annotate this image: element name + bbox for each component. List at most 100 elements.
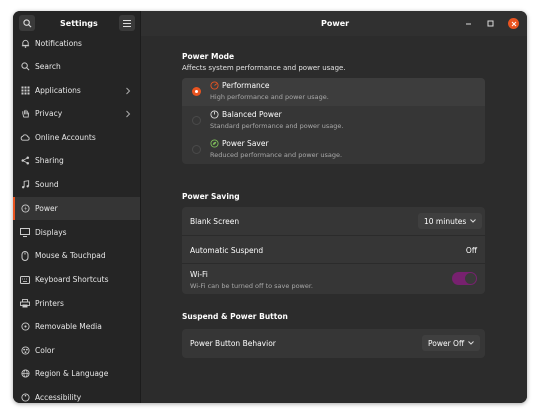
sidebar-item-search[interactable]: Search (13, 55, 140, 78)
suspend-power-button-title: Suspend & Power Button (182, 312, 288, 321)
power-mode-subtitle: Affects system performance and power usa… (182, 64, 346, 72)
sidebar-item-displays[interactable]: Displays (13, 221, 140, 244)
power-icon (20, 204, 30, 214)
wifi-row: Wi-Fi Wi-Fi can be turned off to save po… (182, 264, 485, 294)
display-icon (20, 228, 30, 238)
search-icon (20, 62, 30, 72)
mode-label: Balanced Power (222, 110, 282, 119)
power-saving-title: Power Saving (182, 192, 240, 201)
radio-balanced[interactable] (192, 116, 201, 125)
mode-option-power-saver[interactable]: Power Saver Reduced performance and powe… (182, 136, 485, 164)
power-button-behavior-label: Power Button Behavior (190, 339, 276, 348)
sidebar-title: Settings (60, 19, 98, 28)
keyboard-icon (20, 275, 30, 285)
minimize-button[interactable] (463, 18, 474, 29)
performance-icon (210, 81, 219, 90)
sidebar-item-label: Region & Language (35, 369, 109, 378)
wifi-toggle[interactable] (452, 272, 477, 285)
sidebar-item-notifications[interactable]: Notifications (13, 36, 140, 55)
sidebar-item-power[interactable]: Power (13, 197, 140, 220)
sidebar-item-label: Printers (35, 299, 64, 308)
cloud-icon (20, 133, 30, 143)
sidebar-item-label: Privacy (35, 109, 63, 118)
sidebar: Notifications Search Applications Privac… (13, 36, 141, 403)
search-button[interactable] (19, 15, 35, 31)
sidebar-item-mouse-touchpad[interactable]: Mouse & Touchpad (13, 244, 140, 267)
wifi-description: Wi-Fi can be turned off to save power. (190, 282, 313, 290)
share-icon (20, 156, 30, 166)
blank-screen-dropdown[interactable]: 10 minutes (418, 213, 483, 229)
maximize-button[interactable] (485, 18, 496, 29)
hamburger-icon (123, 19, 131, 27)
chevron-down-icon (470, 219, 477, 223)
wifi-label: Wi-Fi (190, 270, 208, 279)
automatic-suspend-label: Automatic Suspend (190, 246, 264, 255)
sidebar-item-color[interactable]: Color (13, 339, 140, 362)
mode-option-balanced[interactable]: Balanced Power Standard performance and … (182, 107, 485, 135)
chevron-right-icon (126, 87, 131, 94)
sidebar-header: Settings (13, 11, 141, 36)
blank-screen-value: 10 minutes (424, 216, 467, 226)
sidebar-item-label: Displays (35, 228, 67, 237)
blank-screen-label: Blank Screen (190, 217, 240, 226)
sidebar-item-privacy[interactable]: Privacy (13, 102, 140, 125)
power-saving-card: Blank Screen 10 minutes Automatic Suspen… (182, 207, 485, 294)
sidebar-item-label: Color (35, 346, 55, 355)
sidebar-item-label: Notifications (35, 39, 82, 48)
sidebar-item-online-accounts[interactable]: Online Accounts (13, 126, 140, 149)
globe-icon (20, 369, 30, 379)
sidebar-item-region-language[interactable]: Region & Language (13, 362, 140, 385)
mode-description: Standard performance and power usage. (210, 122, 344, 130)
power-button-behavior-row: Power Button Behavior Power Off (182, 329, 485, 358)
sidebar-item-applications[interactable]: Applications (13, 79, 140, 102)
leaf-icon (210, 139, 219, 148)
accessibility-icon (20, 393, 30, 403)
search-icon (22, 18, 31, 27)
sidebar-item-label: Sound (35, 180, 59, 189)
mode-description: High performance and power usage. (210, 93, 329, 101)
sidebar-item-label: Accessibility (35, 393, 82, 402)
mode-option-performance[interactable]: Performance High performance and power u… (182, 78, 485, 106)
main-header: Power (141, 11, 527, 36)
mouse-icon (20, 250, 30, 261)
chevron-down-icon (468, 341, 474, 345)
sidebar-item-label: Search (35, 62, 61, 71)
automatic-suspend-row[interactable]: Automatic Suspend Off (182, 236, 485, 264)
automatic-suspend-value: Off (465, 246, 477, 255)
sidebar-item-printers[interactable]: Printers (13, 292, 140, 315)
sidebar-item-label: Keyboard Shortcuts (35, 275, 109, 284)
sidebar-item-sharing[interactable]: Sharing (13, 149, 140, 172)
maximize-icon (487, 20, 494, 27)
color-icon (20, 346, 30, 356)
settings-window: Settings Power Notifications Search Appl… (13, 11, 527, 403)
toggle-knob (465, 273, 476, 284)
sidebar-item-label: Mouse & Touchpad (35, 251, 106, 260)
sidebar-item-accessibility[interactable]: Accessibility (13, 386, 140, 403)
blank-screen-row: Blank Screen 10 minutes (182, 207, 485, 236)
power-mode-card: Performance High performance and power u… (182, 78, 485, 164)
music-note-icon (20, 180, 30, 190)
title-bar: Settings Power (13, 11, 527, 36)
menu-button[interactable] (119, 15, 135, 31)
sidebar-item-label: Removable Media (35, 322, 102, 331)
close-button[interactable] (508, 18, 519, 29)
sidebar-item-label: Sharing (35, 156, 64, 165)
close-icon (511, 21, 516, 26)
radio-power-saver[interactable] (192, 145, 201, 154)
grid-icon (20, 86, 30, 96)
hand-icon (20, 109, 30, 119)
power-button-behavior-dropdown[interactable]: Power Off (422, 335, 481, 351)
power-mode-title: Power Mode (182, 52, 235, 61)
sidebar-item-label: Applications (35, 86, 81, 95)
balanced-icon (210, 110, 219, 119)
suspend-power-button-card: Power Button Behavior Power Off (182, 329, 485, 358)
media-icon (20, 322, 30, 332)
sidebar-item-keyboard-shortcuts[interactable]: Keyboard Shortcuts (13, 268, 140, 291)
printer-icon (20, 299, 30, 309)
mode-description: Reduced performance and power usage. (210, 151, 343, 159)
mode-label: Power Saver (222, 139, 269, 148)
sidebar-item-removable-media[interactable]: Removable Media (13, 315, 140, 338)
sidebar-item-sound[interactable]: Sound (13, 173, 140, 196)
radio-performance[interactable] (192, 87, 201, 96)
sidebar-item-label: Power (35, 204, 58, 213)
